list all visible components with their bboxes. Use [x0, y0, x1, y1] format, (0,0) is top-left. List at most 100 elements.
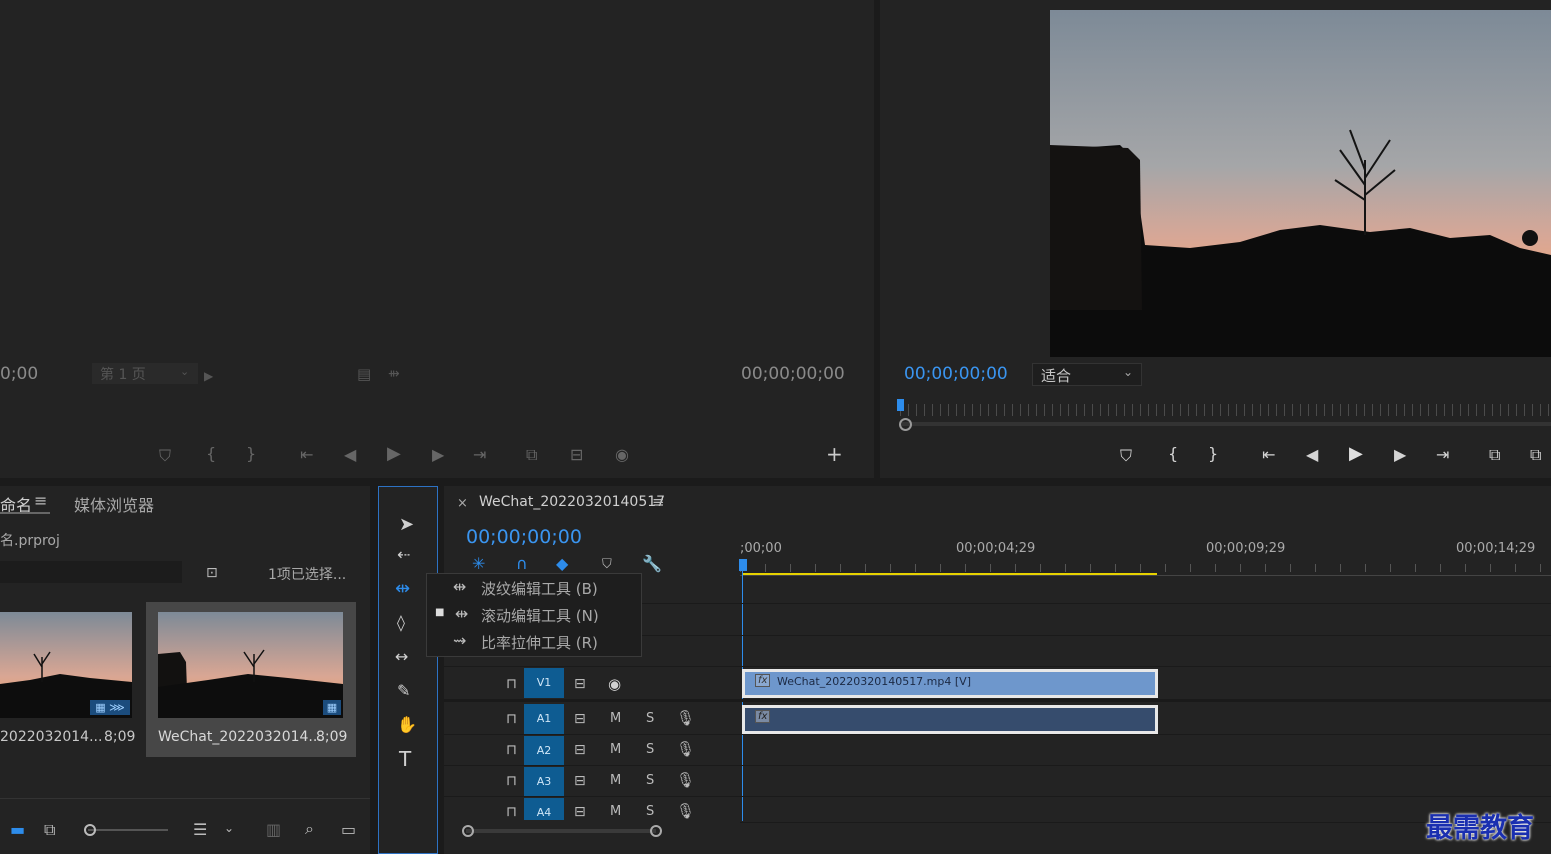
extract-icon[interactable]: ⧉ — [1530, 447, 1541, 463]
sort-icon[interactable]: ☰ — [193, 822, 207, 838]
flyout-item-rate-stretch[interactable]: ⇝ 比率拉伸工具 (R) — [427, 628, 641, 655]
export-frame-icon[interactable]: ▤ — [357, 366, 371, 382]
lock-icon[interactable]: ⊓ — [506, 804, 517, 820]
sync-lock-icon[interactable]: ⊟ — [574, 711, 586, 727]
icon-view-icon[interactable]: ⧉ — [44, 822, 55, 838]
program-mini-ruler[interactable] — [900, 404, 1551, 416]
lock-icon[interactable]: ⊓ — [506, 742, 517, 758]
new-bin-icon[interactable]: ▭ — [341, 822, 356, 838]
close-icon[interactable]: × — [457, 496, 468, 511]
fit-select[interactable]: 适合 ⌄ — [1032, 363, 1142, 386]
track-target-v1[interactable]: V1 — [524, 668, 564, 698]
hamburger-menu-icon[interactable]: ≡ — [652, 493, 665, 511]
sync-lock-icon[interactable]: ⊟ — [574, 742, 586, 758]
mute-button[interactable]: M — [610, 711, 621, 726]
scroll-handle-left-icon[interactable] — [462, 825, 474, 837]
microphone-icon[interactable]: 🎙 — [676, 772, 695, 788]
sync-lock-icon[interactable]: ⊟ — [574, 773, 586, 789]
track-target-a3[interactable]: A3 — [524, 767, 564, 796]
project-search-input[interactable] — [0, 561, 182, 583]
ruler-ticks[interactable] — [740, 564, 1551, 572]
go-to-in-icon[interactable]: ⇤ — [300, 447, 313, 463]
lift-icon[interactable]: ⧉ — [1489, 447, 1500, 463]
eye-icon[interactable]: ◉ — [608, 676, 621, 692]
project-item[interactable]: ▦ ⋙ 2022032014... 8;09 — [0, 602, 140, 755]
track-target-a1[interactable]: A1 — [524, 704, 564, 734]
timeline-playhead-head[interactable] — [739, 559, 747, 571]
insert-icon[interactable]: ⇻ — [388, 366, 400, 382]
go-to-in-icon[interactable]: ⇤ — [1262, 447, 1275, 463]
program-playhead[interactable] — [897, 399, 904, 411]
play-small-icon[interactable]: ▶ — [204, 368, 213, 384]
mute-button[interactable]: M — [610, 773, 621, 788]
step-forward-icon[interactable]: ▶ — [432, 447, 444, 463]
solo-button[interactable]: S — [646, 804, 654, 819]
razor-tool-icon[interactable]: ◊ — [397, 615, 405, 631]
wrench-icon[interactable]: 🔧 — [642, 556, 662, 572]
slip-tool-icon[interactable]: ↔ — [395, 649, 408, 665]
mark-out-icon[interactable]: } — [246, 446, 256, 462]
camera-icon[interactable]: ◉ — [615, 447, 629, 463]
program-timecode[interactable]: 00;00;00;00 — [904, 364, 1008, 384]
timeline-tab-title[interactable]: WeChat_20220320140517 — [479, 494, 665, 510]
add-marker-icon[interactable]: ⛉ — [602, 557, 612, 573]
lock-icon[interactable]: ⊓ — [506, 711, 517, 727]
hamburger-menu-icon[interactable]: ≡ — [34, 491, 47, 510]
zoom-slider[interactable] — [88, 829, 168, 831]
list-view-icon[interactable]: ▬ — [10, 822, 25, 838]
solo-button[interactable]: S — [646, 711, 654, 726]
find-icon[interactable]: ⌕ — [305, 821, 314, 837]
step-forward-icon[interactable]: ▶ — [1394, 447, 1406, 463]
zoom-handle-icon[interactable] — [899, 418, 912, 431]
sync-lock-icon[interactable]: ⊟ — [574, 676, 586, 692]
video-clip[interactable]: fx WeChat_20220320140517.mp4 [V] — [742, 669, 1158, 698]
overwrite-icon[interactable]: ⊟ — [570, 447, 583, 463]
mute-button[interactable]: M — [610, 742, 621, 757]
microphone-icon[interactable]: 🎙 — [676, 710, 695, 726]
scroll-handle-right-icon[interactable] — [650, 825, 662, 837]
solo-button[interactable]: S — [646, 773, 654, 788]
program-zoom-bar[interactable] — [900, 422, 1551, 426]
mute-button[interactable]: M — [610, 804, 621, 819]
step-back-icon[interactable]: ◀ — [1306, 447, 1318, 463]
page-select[interactable]: 第 1 页 ⌄ — [92, 363, 198, 384]
mark-out-icon[interactable]: } — [1208, 446, 1218, 462]
add-button-icon[interactable]: + — [826, 444, 843, 464]
timeline-horizontal-scrollbar[interactable] — [466, 829, 656, 833]
project-item-selected[interactable]: ▦ WeChat_2022032014... 8;09 — [146, 602, 356, 757]
hand-tool-icon[interactable]: ✋ — [397, 717, 417, 733]
step-back-icon[interactable]: ◀ — [344, 447, 356, 463]
track-target-a4[interactable]: A4 — [524, 798, 564, 820]
snap-icon[interactable]: ∩ — [516, 556, 528, 572]
play-icon[interactable]: ▶ — [1349, 445, 1363, 463]
play-icon[interactable]: ▶ — [387, 445, 401, 463]
solo-button[interactable]: S — [646, 742, 654, 757]
go-to-out-icon[interactable]: ⇥ — [473, 447, 486, 463]
linked-selection-icon[interactable]: ◆ — [556, 556, 568, 572]
lock-icon[interactable]: ⊓ — [506, 773, 517, 789]
pen-tool-icon[interactable]: ✎ — [397, 683, 410, 699]
microphone-icon[interactable]: 🎙 — [676, 803, 695, 819]
track-target-a2[interactable]: A2 — [524, 736, 564, 765]
insert-clip-icon[interactable]: ⧉ — [526, 447, 537, 463]
microphone-icon[interactable]: 🎙 — [676, 741, 695, 757]
zoom-slider-handle-icon[interactable] — [84, 824, 96, 836]
tab-media-browser[interactable]: 媒体浏览器 — [74, 492, 154, 516]
lock-icon[interactable]: ⊓ — [506, 676, 517, 692]
chevron-down-icon[interactable]: ⌄ — [224, 820, 234, 836]
timeline-timecode[interactable]: 00;00;00;00 — [466, 526, 582, 548]
flyout-item-rolling-edit[interactable]: ■ ⇹ 滚动编辑工具 (N) — [427, 601, 641, 628]
audio-clip[interactable]: fx — [742, 705, 1158, 734]
marker-icon[interactable]: ⛉ — [1120, 448, 1132, 464]
mark-in-icon[interactable]: { — [206, 446, 216, 462]
marker-icon[interactable]: ⛉ — [159, 448, 171, 464]
flyout-item-ripple-edit[interactable]: ⇹ 波纹编辑工具 (B) — [427, 574, 641, 601]
mark-in-icon[interactable]: { — [1168, 446, 1178, 462]
track-select-tool-icon[interactable]: ⇠ — [397, 547, 410, 563]
new-bin-search-icon[interactable]: ⊡ — [206, 565, 218, 581]
nest-icon[interactable]: ✳ — [472, 556, 485, 572]
type-tool-icon[interactable]: T — [399, 749, 411, 769]
automate-icon[interactable]: ▥ — [266, 822, 281, 838]
sync-lock-icon[interactable]: ⊟ — [574, 804, 586, 820]
selection-tool-icon[interactable]: ➤ — [399, 516, 414, 534]
